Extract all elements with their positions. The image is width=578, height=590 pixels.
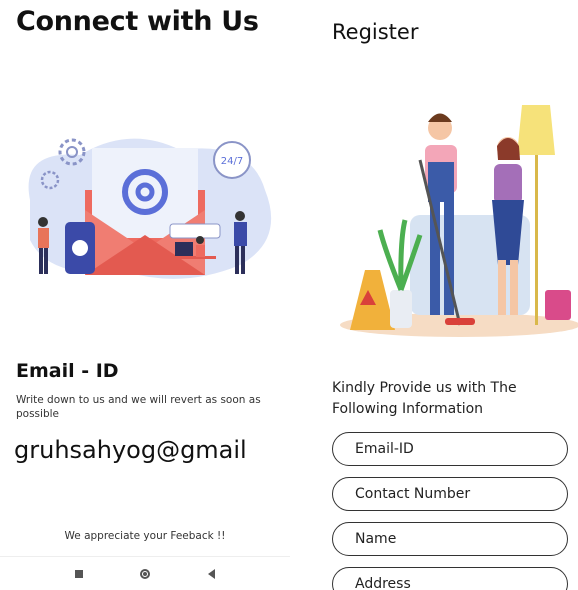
connect-panel: Connect with Us 24/7 Email - ID Write do…: [0, 0, 290, 590]
back-button[interactable]: [203, 566, 219, 582]
recents-square-icon: [75, 570, 83, 578]
contact-number-field[interactable]: Contact Number: [332, 477, 568, 511]
email-address[interactable]: gruhsahyog@gmail: [14, 436, 247, 464]
register-panel: Register Kindly Provide us with The Foll…: [300, 0, 578, 590]
cleaners-illustration: [340, 105, 578, 337]
home-button[interactable]: [137, 566, 153, 582]
recents-button[interactable]: [71, 566, 87, 582]
feedback-note: We appreciate your Feeback !!: [64, 530, 226, 542]
back-triangle-icon: [207, 569, 215, 579]
email-section-title: Email - ID: [16, 360, 119, 382]
page-title: Connect with Us: [16, 6, 259, 37]
home-circle-icon: [140, 569, 150, 579]
address-field[interactable]: Address: [332, 567, 568, 590]
badge-24-7: 24/7: [221, 156, 243, 167]
name-field[interactable]: Name: [332, 522, 568, 556]
info-text: Kindly Provide us with The Following Inf…: [332, 380, 517, 417]
email-section-description: Write down to us and we will revert as s…: [16, 394, 261, 420]
register-title: Register: [332, 20, 419, 44]
email-field[interactable]: Email-ID: [332, 432, 568, 466]
email-illustration: 24/7: [28, 138, 272, 279]
android-nav-bar: [0, 556, 290, 590]
